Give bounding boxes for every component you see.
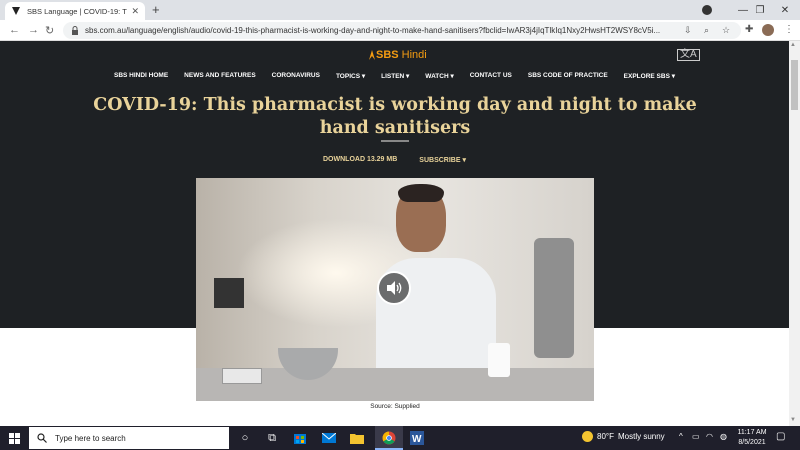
browser-tab[interactable]: SBS Language | COVID-19: This p ✕ [5,2,145,20]
nav-item-topics[interactable]: TOPICS ▾ [328,72,373,80]
forward-icon[interactable]: → [28,24,39,36]
windows-logo-icon [8,432,20,444]
image-cup [488,343,510,377]
search-placeholder: Type here to search [55,433,126,443]
mail-icon[interactable] [320,429,338,447]
nav-item-explore[interactable]: EXPLORE SBS ▾ [616,72,683,80]
scroll-down-icon[interactable]: ▼ [790,417,796,423]
wifi-icon[interactable]: ◠ [706,432,713,441]
reload-icon[interactable]: ↻ [45,24,54,37]
main-nav: SBS HINDI HOME NEWS AND FEATURES CORONAV… [0,72,789,80]
word-icon[interactable]: W [408,429,426,447]
sbs-favicon-icon [12,7,20,15]
url-text: sbs.com.au/language/english/audio/covid-… [85,26,661,35]
file-explorer-icon[interactable] [348,429,366,447]
install-icon[interactable]: ⇩ [684,25,692,36]
weather-text: Mostly sunny [617,432,665,441]
nav-item-watch[interactable]: WATCH ▾ [417,72,461,80]
start-button[interactable] [0,426,28,450]
clock-date: 8/5/2021 [738,439,766,446]
bookmark-star-icon[interactable]: ☆ [722,25,730,36]
nav-item-home[interactable]: SBS HINDI HOME [106,72,176,80]
image-equipment [214,278,244,308]
tray-chevron-icon[interactable]: ^ [679,432,683,441]
tab-title: SBS Language | COVID-19: This p [27,6,127,16]
nav-item-news[interactable]: NEWS AND FEATURES [176,72,264,80]
network-icon[interactable]: ▭ [692,432,700,441]
system-clock[interactable]: 11:17 AM 8/5/2021 [734,428,770,448]
headline-divider [381,140,409,142]
logo-main-text: SBS [376,49,399,61]
taskbar-search-box[interactable]: Type here to search [29,427,229,449]
article-headline: COVID-19: This pharmacist is working day… [93,95,697,138]
search-icon [37,433,47,443]
download-button[interactable]: DOWNLOAD 13.29 MB [323,156,397,164]
close-window-button[interactable]: ✕ [770,0,800,20]
menu-icon[interactable]: ⋮ [784,24,794,35]
svg-text:W: W [412,434,422,445]
image-pharmacist-hair [398,184,444,202]
profile-indicator-icon[interactable] [702,5,712,15]
subscribe-button[interactable]: SUBSCRIBE ▾ [419,156,466,164]
task-view-icon[interactable]: ⧉ [263,429,281,447]
sun-icon [582,431,593,442]
address-bar[interactable]: sbs.com.au/language/english/audio/covid-… [63,22,741,39]
back-icon[interactable]: ← [9,24,20,36]
sbs-logo-icon [369,50,375,60]
volume-icon[interactable]: ◍ [720,432,727,441]
notifications-icon[interactable]: ▢ [776,431,785,442]
nav-item-coronavirus[interactable]: CORONAVIRUS [264,72,328,80]
weather-widget[interactable]: 80°F Mostly sunny [582,431,665,442]
close-tab-icon[interactable]: ✕ [131,6,139,17]
speaker-icon [387,281,402,295]
audio-actions: DOWNLOAD 13.29 MB SUBSCRIBE ▾ [0,156,789,164]
nav-item-listen[interactable]: LISTEN ▾ [373,72,417,80]
profile-avatar[interactable] [762,24,774,36]
clock-time: 11:17 AM [737,429,767,436]
sbs-hindi-logo[interactable]: SBS Hindi [368,49,427,61]
logo-sub-text: Hindi [401,49,427,61]
lock-icon [72,26,78,35]
nav-item-code-of-practice[interactable]: SBS CODE OF PRACTICE [520,72,616,80]
chrome-icon [380,429,398,447]
scrollbar-thumb[interactable] [791,60,798,110]
new-tab-button[interactable]: + [152,2,160,17]
zoom-icon[interactable]: ⌕ [704,25,709,36]
extensions-icon[interactable]: ✚ [745,24,753,35]
scroll-up-icon[interactable]: ▲ [790,42,796,48]
audio-play-button[interactable] [377,271,411,305]
language-icon[interactable]: 文A [677,49,700,61]
weather-temp: 80°F [597,432,614,441]
store-icon[interactable] [291,429,309,447]
image-caption: Source: Supplied [370,403,420,410]
nav-item-contact[interactable]: CONTACT US [462,72,520,80]
image-filling-machine [534,238,574,358]
cortana-icon[interactable]: ○ [236,429,254,447]
image-scale [222,368,262,384]
